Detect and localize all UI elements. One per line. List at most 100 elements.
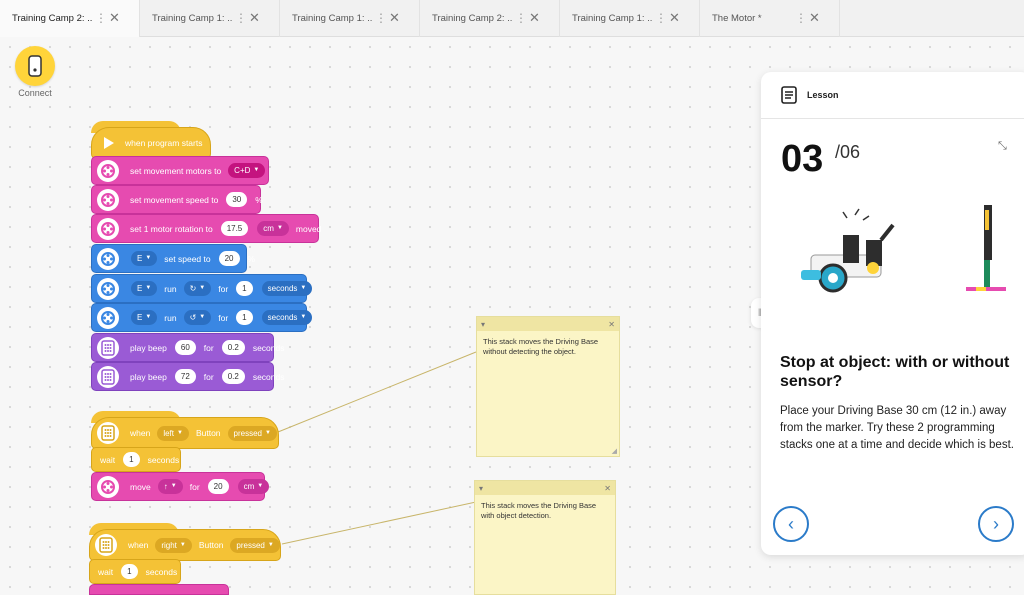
step-number: 03: [781, 138, 824, 180]
duration-input[interactable]: 1: [236, 310, 253, 325]
distance-input[interactable]: 20: [207, 479, 229, 494]
chevron-left-icon: ‹: [788, 513, 794, 534]
resize-handle-icon[interactable]: ◢: [612, 447, 617, 455]
marker-image: [966, 205, 1006, 291]
speed-input[interactable]: 30: [226, 192, 248, 207]
driving-base-illustration: [801, 205, 1006, 293]
chevron-down-icon: ▼: [300, 314, 307, 320]
close-icon[interactable]: ✕: [608, 320, 615, 329]
unit-dropdown[interactable]: seconds ▼: [261, 281, 313, 296]
wait-input[interactable]: 1: [121, 564, 138, 579]
wait-block[interactable]: wait 1 seconds: [91, 447, 181, 472]
motor-pair-dropdown[interactable]: C+D ▼: [228, 163, 266, 178]
for-label: for: [203, 371, 214, 382]
when-label: when: [128, 540, 149, 550]
dropdown-value: right: [161, 540, 177, 550]
motor-set-speed-block[interactable]: E ▼ set speed to 20 %: [91, 244, 255, 273]
block-label: play beep: [130, 342, 167, 353]
wait-block-2[interactable]: wait 1 seconds: [89, 559, 181, 584]
button-side-dropdown[interactable]: right ▼: [155, 537, 192, 553]
motor-run-clockwise-block[interactable]: E ▼ run ↻ ▼ for 1 seconds ▼: [91, 274, 313, 303]
counterclockwise-icon: ↺: [189, 313, 197, 322]
lesson-header-label: Lesson: [807, 90, 839, 100]
note-input[interactable]: 60: [174, 340, 196, 355]
port-dropdown[interactable]: E ▼: [131, 310, 158, 325]
for-label: for: [203, 342, 214, 353]
when-right-button-pressed-block[interactable]: when right ▼ Button pressed ▼: [89, 529, 281, 561]
for-label: for: [218, 283, 229, 294]
play-icon: [104, 137, 114, 149]
partial-move-block[interactable]: [89, 584, 229, 595]
chevron-down-icon: ▼: [265, 429, 271, 436]
chevron-down-icon: ▼: [257, 483, 264, 489]
button-state-dropdown[interactable]: pressed ▼: [230, 537, 280, 553]
speaker-grid-icon: [97, 336, 119, 359]
dropdown-value: pressed: [236, 540, 265, 550]
chevron-down-icon: ▼: [179, 541, 186, 548]
rotation-input[interactable]: 17.5: [220, 221, 249, 236]
duration-input[interactable]: 0.2: [221, 340, 245, 355]
dropdown-value: E: [137, 313, 143, 322]
unit-dropdown[interactable]: seconds ▼: [261, 310, 313, 325]
lesson-body: Place your Driving Base 30 cm (12 in.) a…: [780, 405, 1014, 451]
document-icon: [781, 86, 797, 104]
dropdown-value: E: [137, 284, 143, 293]
motor-icon: [97, 247, 119, 270]
chevron-down-icon: ▼: [253, 167, 260, 173]
play-beep-block[interactable]: play beep 60 for 0.2 seconds: [91, 333, 285, 362]
button-label: Button: [198, 540, 224, 550]
lesson-header: Lesson: [761, 72, 1024, 119]
next-step-button[interactable]: ›: [978, 506, 1014, 542]
clockwise-icon: ↻: [189, 284, 197, 293]
play-beep-block-2[interactable]: play beep 72 for 0.2 seconds: [91, 362, 285, 391]
when-program-starts-block[interactable]: when program starts: [91, 127, 211, 159]
collapse-arrows-icon[interactable]: ⤡: [998, 140, 1007, 153]
set-movement-speed-block[interactable]: set movement speed to 30 %: [91, 185, 263, 214]
block-label: set speed to: [164, 253, 211, 264]
close-icon[interactable]: ✕: [604, 484, 611, 493]
chevron-down-icon: ▼: [145, 314, 152, 320]
wait-input[interactable]: 1: [123, 452, 140, 467]
duration-input[interactable]: 1: [236, 281, 253, 296]
button-side-dropdown[interactable]: left ▼: [157, 425, 189, 441]
unit-label: seconds: [252, 371, 285, 382]
button-state-dropdown[interactable]: pressed ▼: [227, 425, 277, 441]
unit-dropdown[interactable]: cm ▼: [257, 221, 289, 236]
when-left-button-pressed-block[interactable]: when left ▼ Button pressed ▼: [91, 417, 279, 449]
movement-icon: [97, 159, 119, 182]
note-text[interactable]: This stack moves the Driving Base with o…: [475, 495, 615, 527]
chevron-down-icon: ▼: [199, 285, 206, 291]
set-motor-rotation-block[interactable]: set 1 motor rotation to 17.5 cm ▼ moved: [91, 214, 321, 243]
hub-button-icon: [95, 534, 117, 556]
block-label: set 1 motor rotation to: [130, 223, 213, 234]
duration-input[interactable]: 0.2: [221, 369, 245, 384]
when-label: when: [130, 428, 151, 438]
port-dropdown[interactable]: E ▼: [131, 251, 158, 266]
unit-dropdown[interactable]: cm ▼: [237, 479, 270, 494]
note-input[interactable]: 72: [174, 369, 196, 384]
note-text[interactable]: This stack moves the Driving Base withou…: [477, 331, 619, 363]
dropdown-value: E: [137, 254, 143, 263]
motor-run-counterclockwise-block[interactable]: E ▼ run ↺ ▼ for 1 seconds ▼: [91, 303, 313, 332]
collapse-icon[interactable]: ▾: [481, 320, 485, 329]
block-label: set movement speed to: [130, 194, 219, 205]
direction-dropdown[interactable]: ↻ ▼: [183, 281, 212, 296]
dropdown-value: seconds: [267, 313, 298, 322]
previous-step-button[interactable]: ‹: [773, 506, 809, 542]
block-label: wait: [98, 566, 114, 577]
chevron-down-icon: ▼: [276, 225, 283, 231]
note-header: ▾ ✕: [475, 481, 615, 495]
dropdown-value: pressed: [233, 428, 262, 438]
speed-input[interactable]: 20: [218, 251, 240, 266]
set-movement-motors-block[interactable]: set movement motors to C+D ▼: [91, 156, 269, 185]
direction-dropdown[interactable]: ↺ ▼: [183, 310, 212, 325]
move-block[interactable]: move ↑ ▼ for 20 cm ▼: [91, 472, 270, 501]
comment-note-2[interactable]: ▾ ✕ This stack moves the Driving Base wi…: [474, 480, 616, 595]
collapse-icon[interactable]: ▾: [479, 484, 483, 493]
port-dropdown[interactable]: E ▼: [131, 281, 158, 296]
unit-label: %: [255, 194, 263, 205]
block-label: play beep: [130, 371, 167, 382]
direction-dropdown[interactable]: ↑ ▼: [157, 479, 183, 494]
chevron-down-icon: ▼: [145, 255, 152, 261]
comment-note[interactable]: ▾ ✕ This stack moves the Driving Base wi…: [476, 316, 620, 457]
